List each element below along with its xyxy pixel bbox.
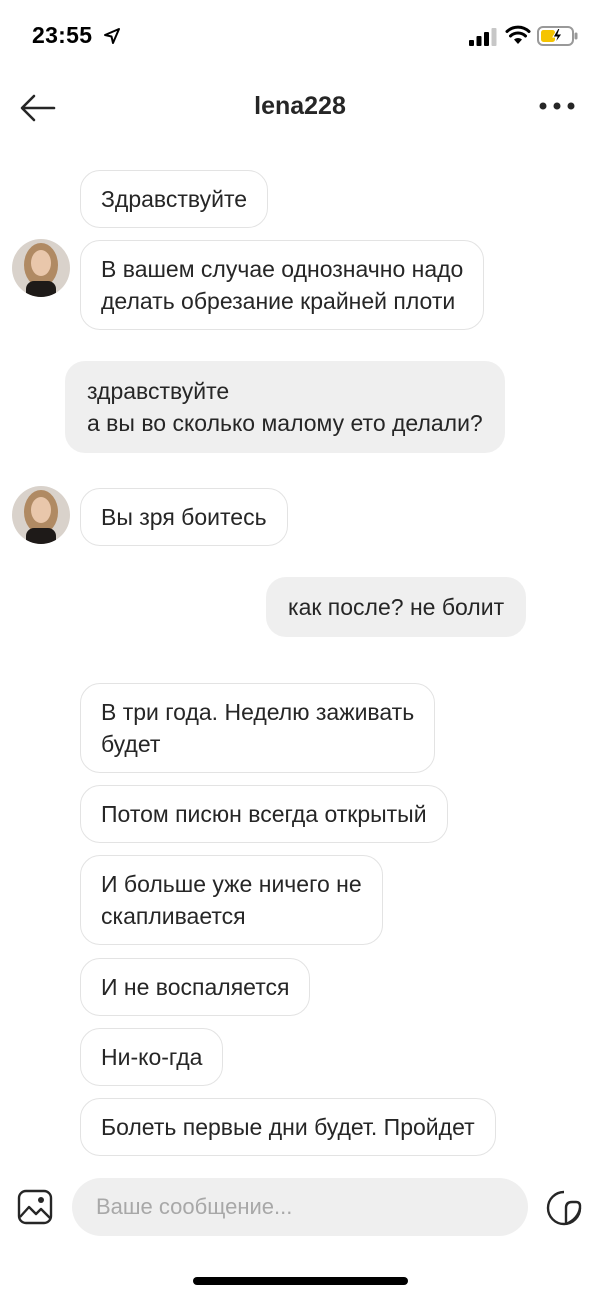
message-bubble-incoming[interactable]: Вы зря боитесь: [80, 488, 288, 546]
home-indicator: [193, 1277, 408, 1285]
location-arrow-icon: [104, 28, 120, 44]
message-bubble-incoming[interactable]: В вашем случае однозначно надо делать об…: [80, 240, 485, 330]
sticker-icon[interactable]: [545, 1189, 583, 1227]
status-bar: 23:55: [0, 0, 600, 70]
message-input[interactable]: [72, 1178, 528, 1236]
avatar[interactable]: [12, 239, 70, 297]
message-bubble-incoming[interactable]: И не воспаляется: [80, 958, 311, 1016]
avatar-photo: [12, 239, 70, 297]
message-bubble-outgoing[interactable]: как после? не болит: [266, 577, 527, 637]
cellular-signal-icon: [469, 28, 497, 46]
status-time: 23:55: [32, 22, 93, 48]
chat-username-title[interactable]: lena228: [0, 92, 600, 121]
wifi-icon: [505, 25, 531, 44]
chat-header: lena228: [0, 78, 600, 138]
message-bubble-outgoing[interactable]: здравствуйте а вы во сколько малому ето …: [65, 361, 505, 453]
message-bubble-incoming[interactable]: Болеть первые дни будет. Пройдет: [80, 1098, 496, 1156]
message-bubble-incoming[interactable]: Здравствуйте: [80, 170, 269, 228]
message-bubble-incoming[interactable]: Ни-ко-гда: [80, 1028, 224, 1086]
battery-charging-icon: [537, 26, 578, 46]
message-bubble-incoming[interactable]: Потом писюн всегда открытый: [80, 785, 448, 843]
avatar[interactable]: [12, 486, 70, 544]
message-bubble-incoming[interactable]: В три года. Неделю заживать будет: [80, 683, 436, 773]
more-horizontal-icon[interactable]: [538, 94, 578, 118]
avatar-photo: [12, 486, 70, 544]
image-gallery-icon[interactable]: [17, 1189, 53, 1225]
message-bubble-incoming[interactable]: И больше уже ничего не скапливается: [80, 855, 383, 945]
message-composer: [0, 1175, 600, 1240]
message-thread[interactable]: Здравствуйте В вашем случае однозначно н…: [0, 165, 600, 1165]
